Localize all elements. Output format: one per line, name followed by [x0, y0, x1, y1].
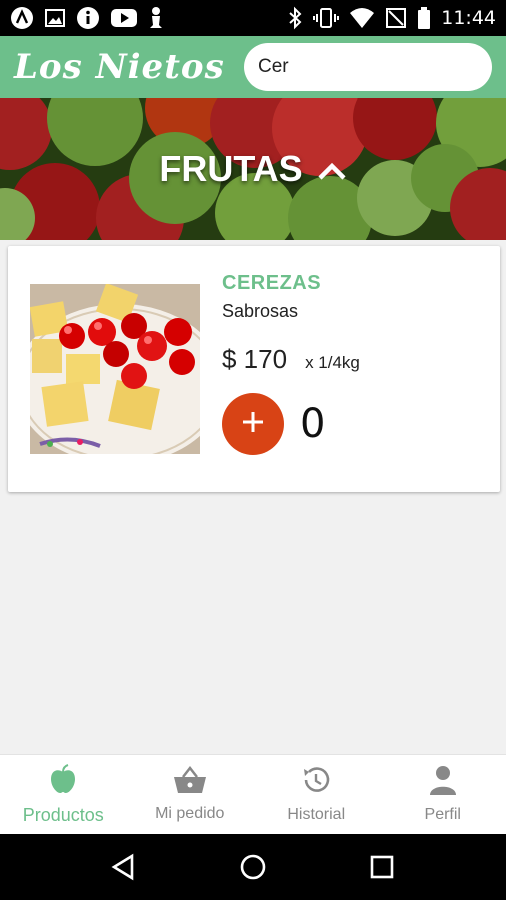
status-time: 11:44	[441, 7, 496, 29]
nav-mi-pedido[interactable]: Mi pedido	[127, 755, 254, 834]
status-bar: 11:44	[0, 0, 506, 36]
status-left-icons	[10, 6, 164, 30]
nav-productos[interactable]: Productos	[0, 755, 127, 834]
no-signal-icon	[385, 7, 407, 29]
product-card[interactable]: CEREZAS Sabrosas $ 170 x 1/4kg 0	[8, 246, 500, 492]
youtube-icon	[110, 7, 138, 29]
person-icon	[429, 765, 457, 800]
recents-icon[interactable]	[358, 843, 406, 891]
nav-historial[interactable]: Historial	[253, 755, 380, 834]
product-subtitle: Sabrosas	[222, 301, 299, 321]
price-row: $ 170 x 1/4kg	[222, 344, 360, 375]
search-box	[244, 43, 506, 91]
product-info: CEREZAS Sabrosas $ 170 x 1/4kg 0	[222, 272, 360, 455]
bluetooth-icon	[287, 6, 303, 30]
nav-label: Productos	[22, 804, 104, 825]
category-toggle[interactable]: FRUTAS	[159, 148, 346, 190]
pawn-icon	[148, 6, 164, 30]
a-launcher-icon	[10, 6, 34, 30]
home-icon[interactable]	[229, 843, 277, 891]
product-quantity: 0	[300, 401, 326, 447]
add-to-order-button[interactable]	[222, 393, 284, 455]
apple-icon	[50, 763, 76, 799]
nav-perfil[interactable]: Perfil	[380, 755, 506, 834]
system-navigation	[0, 834, 506, 900]
quantity-row: 0	[222, 393, 360, 455]
back-icon[interactable]	[100, 843, 148, 891]
product-name: CEREZAS	[222, 272, 322, 294]
app-bar: Los Nietos	[0, 36, 506, 98]
product-unit: x 1/4kg	[305, 353, 360, 372]
basket-icon	[173, 765, 207, 799]
status-right-icons: 11:44	[287, 6, 496, 30]
nav-label: Mi pedido	[155, 805, 225, 822]
search-input[interactable]	[258, 56, 503, 78]
vibrate-icon	[313, 6, 340, 30]
history-icon	[301, 765, 331, 800]
brand-logo: Los Nietos	[14, 47, 225, 87]
wifi-icon	[349, 7, 375, 29]
nav-label: Historial	[287, 806, 346, 823]
category-banner: FRUTAS	[0, 98, 506, 240]
product-image	[30, 284, 200, 454]
category-title: FRUTAS	[159, 148, 303, 189]
nav-label: Perfil	[424, 806, 461, 823]
product-price: $ 170	[222, 344, 288, 374]
plus-icon	[241, 410, 265, 439]
image-icon	[44, 7, 66, 29]
bottom-navigation: Productos Mi pedido Historial Perfil	[0, 754, 506, 834]
battery-icon	[417, 6, 431, 30]
info-icon	[76, 6, 100, 30]
chevron-up-icon	[317, 148, 347, 190]
